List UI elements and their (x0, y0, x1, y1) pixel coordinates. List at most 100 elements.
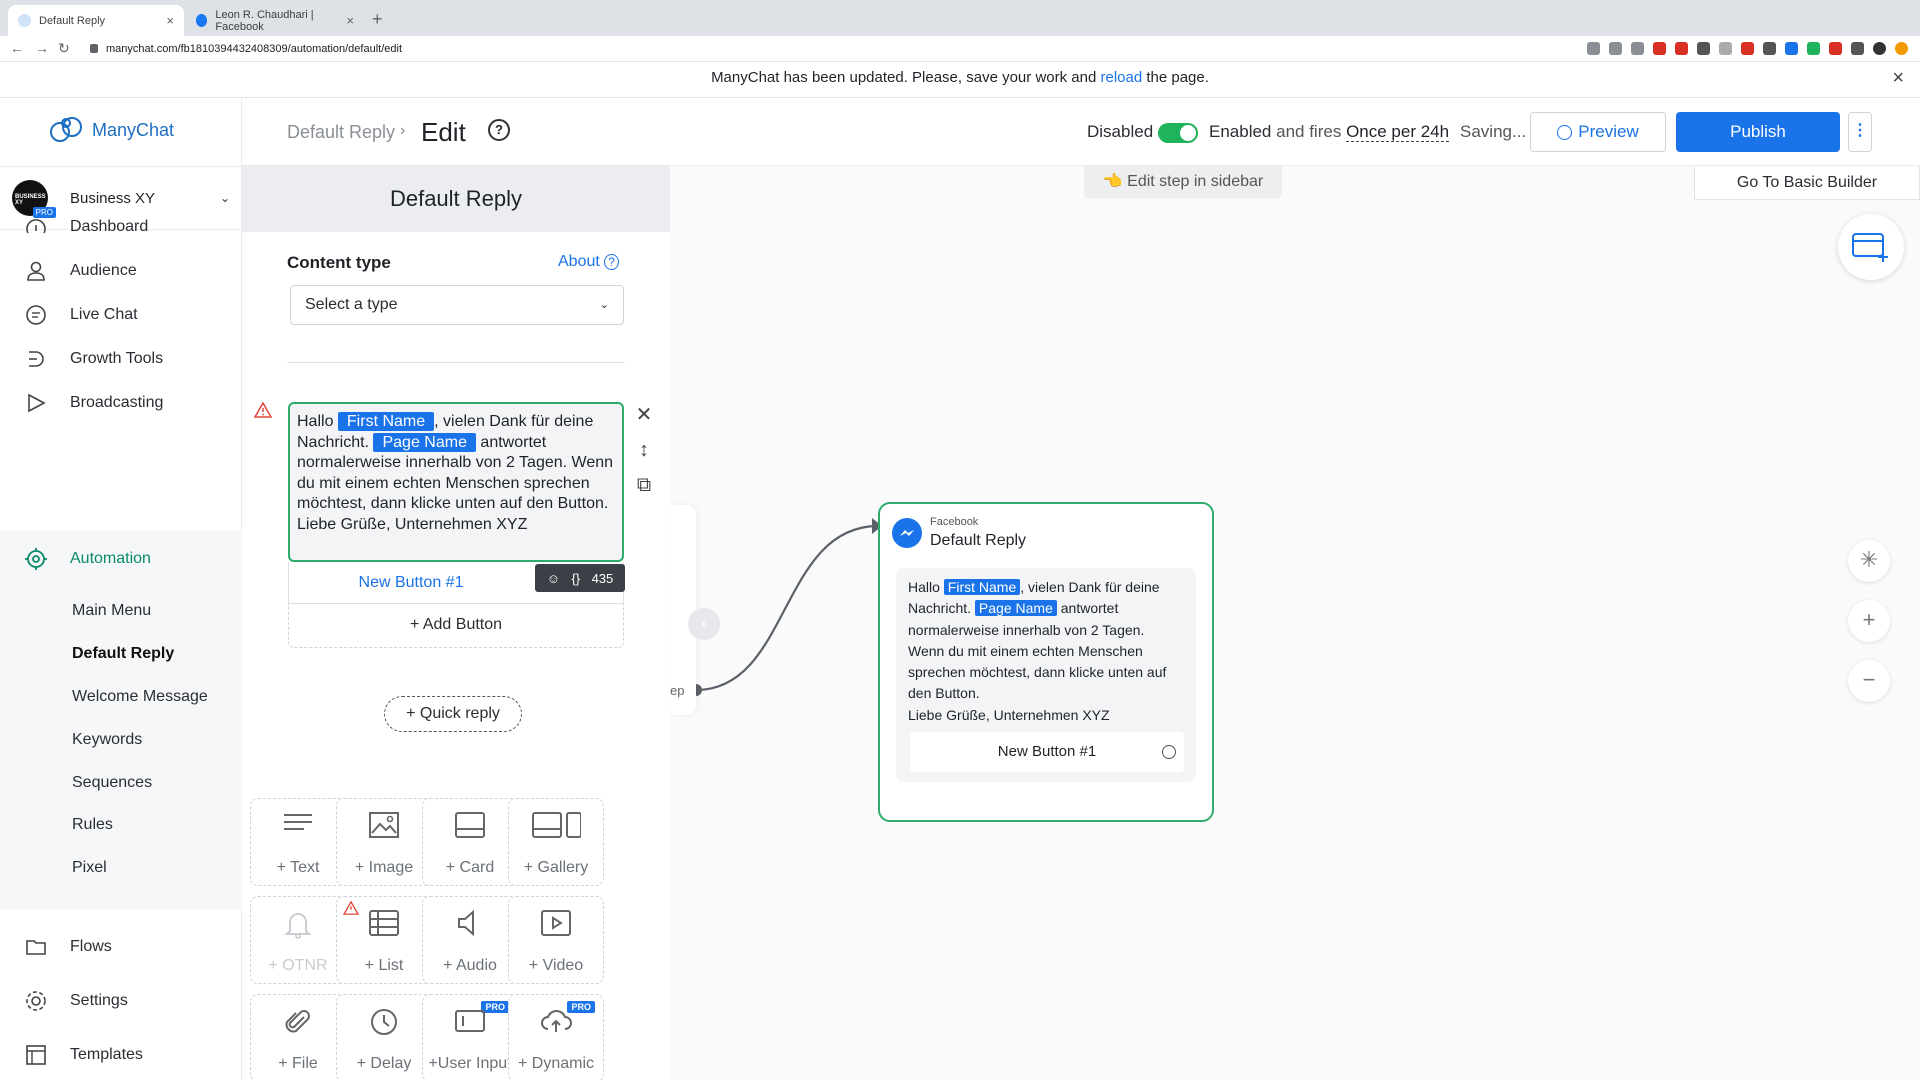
video-icon (509, 909, 603, 941)
close-icon[interactable]: × (1892, 62, 1904, 94)
browser-tab-default-reply[interactable]: Default Reply × (8, 5, 184, 36)
send-message-node[interactable]: Facebook Default Reply Hallo First Name,… (878, 502, 1214, 822)
collapse-panel-icon[interactable]: ‹ (688, 608, 720, 640)
extension-icon[interactable] (1807, 42, 1820, 55)
gear-icon (22, 989, 50, 1013)
add-list-tile[interactable]: + List (336, 896, 432, 984)
page-name-tag: Page Name (974, 600, 1057, 617)
back-icon[interactable]: ← (10, 40, 24, 56)
sidebar-item-templates[interactable]: Templates (0, 1034, 242, 1076)
add-user-input-tile[interactable]: PRO +User Input (422, 994, 518, 1080)
list-icon (337, 909, 431, 941)
sidebar-item-label: Flows (70, 938, 112, 955)
brand-logo[interactable]: ManyChat (48, 114, 174, 146)
reload-icon[interactable]: ↻ (58, 40, 70, 57)
profile-avatar[interactable] (1873, 42, 1886, 55)
add-gallery-tile[interactable]: + Gallery (508, 798, 604, 886)
add-file-tile[interactable]: + File (250, 994, 346, 1080)
sidebar-subitem-default-reply[interactable]: Default Reply (72, 645, 174, 663)
more-options-icon[interactable]: ⋮ (1848, 112, 1872, 152)
manychat-favicon-icon (18, 14, 31, 27)
sidebar-item-broadcasting[interactable]: Broadcasting (0, 382, 242, 424)
new-tab-icon[interactable]: + (372, 9, 383, 30)
sidebar-subitem-rules[interactable]: Rules (72, 816, 113, 834)
sidebar-item-flows[interactable]: Flows (0, 926, 242, 968)
text-message-editor[interactable]: Hallo First Name, vielen Dank für deine … (288, 402, 624, 562)
sidebar-item-settings[interactable]: Settings (0, 980, 242, 1022)
node-button[interactable]: New Button #1 (910, 732, 1184, 772)
url-field[interactable]: manychat.com/fb181039443240830​9/automat… (90, 37, 402, 61)
browser-tab-facebook[interactable]: Leon R. Chaudhari | Facebook × (186, 5, 364, 36)
add-image-tile[interactable]: + Image (336, 798, 432, 886)
connector-dot[interactable] (1162, 745, 1176, 759)
extension-icon[interactable] (1741, 42, 1754, 55)
sidebar-subitem-pixel[interactable]: Pixel (72, 859, 107, 877)
paperclip-icon (251, 1007, 345, 1039)
sidebar-subitem-keywords[interactable]: Keywords (72, 731, 142, 749)
extension-icon[interactable] (1697, 42, 1710, 55)
add-step-button[interactable] (1838, 214, 1904, 280)
update-icon[interactable] (1895, 42, 1908, 55)
zoom-out-button[interactable]: − (1848, 660, 1890, 702)
page-title: Edit (421, 117, 466, 147)
tile-label: + Gallery (523, 859, 589, 876)
extension-icon[interactable] (1763, 42, 1776, 55)
extension-icon[interactable] (1851, 42, 1864, 55)
automation-icon (22, 547, 50, 571)
sidebar-subitem-welcome-message[interactable]: Welcome Message (72, 688, 208, 706)
forward-icon[interactable]: → (35, 40, 49, 56)
add-video-tile[interactable]: + Video (508, 896, 604, 984)
sidebar-item-automation[interactable]: Automation (0, 538, 242, 580)
extension-icon[interactable] (1785, 42, 1798, 55)
sidebar-subitem-main-menu[interactable]: Main Menu (72, 602, 151, 620)
zoom-icon[interactable] (1609, 42, 1622, 55)
extension-icon[interactable] (1719, 42, 1732, 55)
page-name-tag[interactable]: Page Name (373, 432, 476, 452)
star-icon[interactable] (1631, 42, 1644, 55)
extension-icon[interactable] (1675, 42, 1688, 55)
fires-frequency[interactable]: Once per 24h (1346, 122, 1450, 142)
close-tab-icon[interactable]: × (346, 13, 354, 28)
preview-button[interactable]: Preview (1530, 112, 1666, 152)
add-text-tile[interactable]: + Text (250, 798, 346, 886)
status-toggle[interactable] (1158, 123, 1198, 143)
drag-handle-icon[interactable]: ↕ (632, 439, 656, 462)
sidebar-subitem-sequences[interactable]: Sequences (72, 774, 152, 792)
sidebar-item-audience[interactable]: Audience (0, 250, 242, 292)
sidebar-item-dashboard[interactable]: Dashboard (0, 206, 242, 248)
person-icon (22, 259, 50, 283)
content-type-select[interactable]: Select a type ⌄ (290, 285, 624, 325)
reload-link[interactable]: reload (1100, 69, 1142, 86)
add-button[interactable]: + Add Button (288, 604, 624, 648)
add-delay-tile[interactable]: + Delay (336, 994, 432, 1080)
close-tab-icon[interactable]: × (166, 13, 174, 28)
about-link[interactable]: About ? (558, 253, 619, 271)
translate-icon[interactable] (1587, 42, 1600, 55)
add-dynamic-tile[interactable]: PRO + Dynamic (508, 994, 604, 1080)
first-name-tag[interactable]: First Name (337, 412, 435, 431)
basic-builder-button[interactable]: Go To Basic Builder (1694, 166, 1920, 200)
help-icon[interactable]: ? (488, 119, 510, 141)
duplicate-icon[interactable]: ⧉ (632, 474, 656, 497)
sidebar-item-live-chat[interactable]: Live Chat (0, 294, 242, 336)
zoom-in-button[interactable]: + (1848, 600, 1890, 642)
text-icon (251, 811, 345, 843)
quick-reply-button[interactable]: + Quick reply (384, 696, 522, 732)
add-card-tile[interactable]: + Card (422, 798, 518, 886)
add-otnr-tile[interactable]: + OTNR (250, 896, 346, 984)
sidebar-item-growth-tools[interactable]: Growth Tools (0, 338, 242, 380)
close-icon[interactable]: ✕ (632, 402, 656, 427)
address-bar: ← → ↻ manychat.com/fb181039443240830​9/a… (0, 36, 1920, 62)
new-button[interactable]: New Button #1 (289, 562, 533, 604)
publish-button[interactable]: Publish (1676, 112, 1840, 152)
extension-icon[interactable] (1829, 42, 1842, 55)
add-audio-tile[interactable]: + Audio (422, 896, 518, 984)
manychat-logo-icon (50, 117, 82, 142)
magic-wand-icon[interactable]: ✳ (1848, 540, 1890, 582)
automation-section: Automation Main Menu Default Reply Welco… (0, 530, 242, 910)
breadcrumb-parent[interactable]: Default Reply (287, 122, 395, 143)
variable-icon[interactable]: {} (571, 571, 580, 586)
emoji-icon[interactable]: ☺ (547, 571, 560, 586)
extension-icon[interactable] (1653, 42, 1666, 55)
flow-canvas[interactable] (670, 166, 1920, 1080)
